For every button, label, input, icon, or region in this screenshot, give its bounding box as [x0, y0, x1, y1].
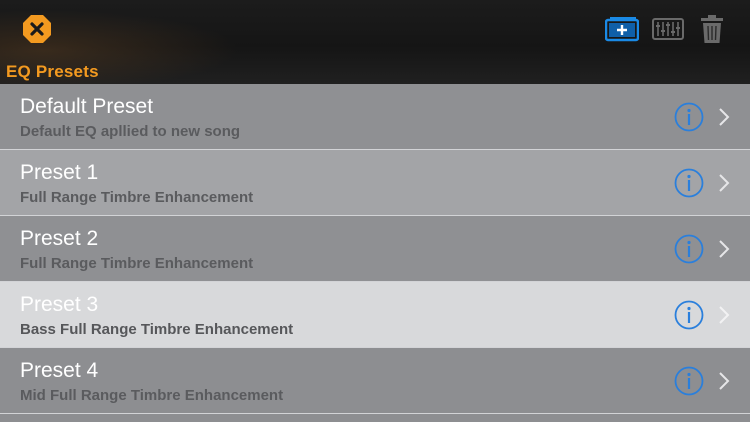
chevron-right-icon [719, 306, 730, 324]
preset-title: Preset 2 [20, 227, 99, 250]
preset-subtitle: Full Range Timbre Enhancement [20, 189, 254, 206]
eq-presets-screen: EQ Presets Default Preset Default EQ apl… [0, 0, 750, 422]
chevron-right-icon [719, 174, 730, 192]
top-bar: EQ Presets [0, 0, 750, 84]
preset-subtitle: Default EQ apllied to new song [20, 123, 241, 140]
preset-subtitle: Bass Full Range Timbre Enhancement [20, 321, 294, 338]
disclosure-chevron[interactable] [718, 371, 730, 391]
disclosure-chevron[interactable] [718, 107, 730, 127]
info-circle-icon [674, 234, 704, 264]
close-button[interactable] [22, 14, 52, 44]
preset-row-2[interactable]: Preset 2 Full Range Timbre Enhancement [0, 216, 750, 282]
preset-list: Default Preset Default EQ apllied to new… [0, 84, 750, 414]
preset-row-default[interactable]: Default Preset Default EQ apllied to new… [0, 84, 750, 150]
add-preset-button[interactable] [605, 14, 639, 44]
add-preset-icon [605, 17, 639, 42]
chevron-right-icon [719, 240, 730, 258]
disclosure-chevron[interactable] [718, 239, 730, 259]
preset-subtitle: Full Range Timbre Enhancement [20, 255, 254, 272]
info-button[interactable] [674, 168, 704, 198]
chevron-right-icon [719, 108, 730, 126]
preset-title: Preset 4 [20, 359, 99, 382]
preset-title: Default Preset [20, 95, 154, 118]
preset-title: Preset 1 [20, 161, 99, 184]
section-title: EQ Presets [6, 62, 99, 81]
info-button[interactable] [674, 300, 704, 330]
preset-row-1[interactable]: Preset 1 Full Range Timbre Enhancement [0, 150, 750, 216]
trash-icon [701, 15, 723, 43]
info-button[interactable] [674, 366, 704, 396]
preset-subtitle: Mid Full Range Timbre Enhancement [20, 387, 284, 404]
info-button[interactable] [674, 234, 704, 264]
preset-row-3-selected[interactable]: Preset 3 Bass Full Range Timbre Enhancem… [0, 282, 750, 348]
close-x-icon [23, 15, 51, 43]
delete-button[interactable] [700, 14, 724, 44]
disclosure-chevron[interactable] [718, 173, 730, 193]
chevron-right-icon [719, 372, 730, 390]
info-button[interactable] [674, 102, 704, 132]
preset-row-4[interactable]: Preset 4 Mid Full Range Timbre Enhanceme… [0, 348, 750, 414]
preset-title: Preset 3 [20, 293, 99, 316]
equalizer-button[interactable] [652, 14, 684, 44]
disclosure-chevron[interactable] [718, 305, 730, 325]
info-circle-icon [674, 102, 704, 132]
info-circle-icon [674, 300, 704, 330]
info-circle-icon [674, 168, 704, 198]
next-row-peek [0, 415, 750, 422]
equalizer-icon [652, 18, 684, 40]
info-circle-icon [674, 366, 704, 396]
